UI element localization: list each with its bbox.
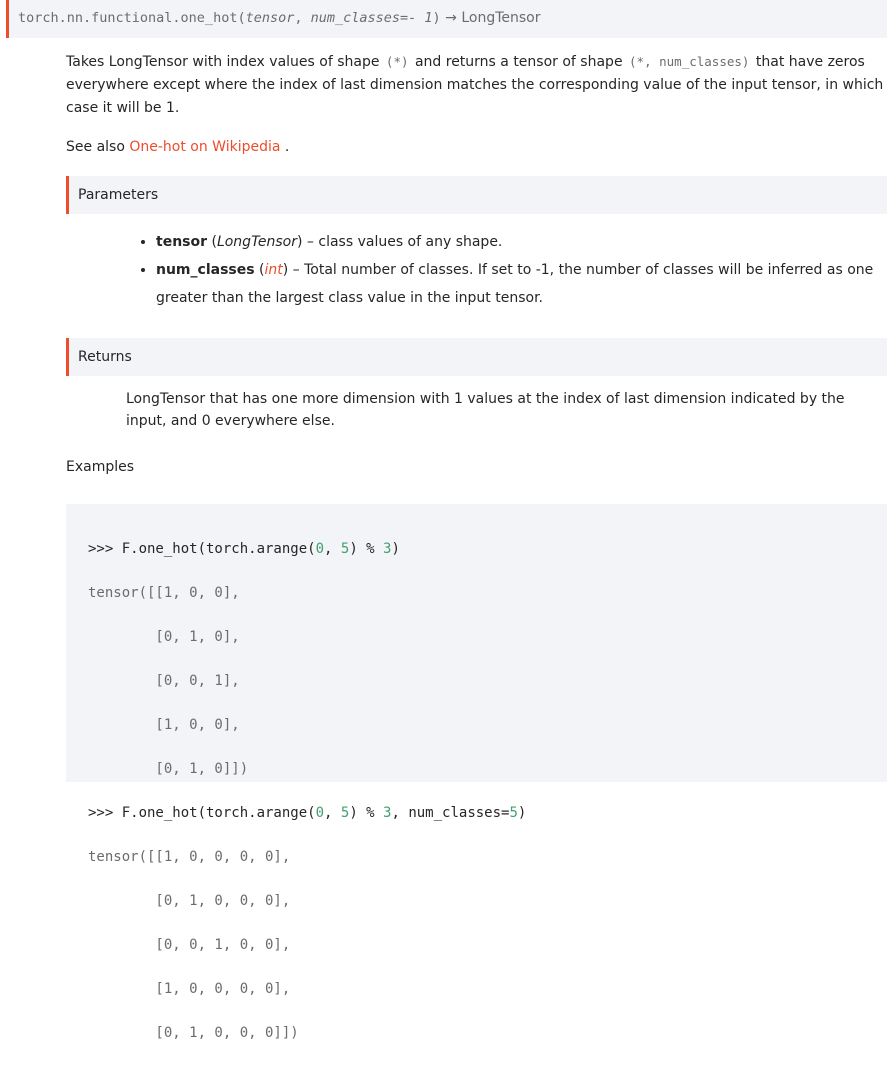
signature-param-num-classes: num_classes=- 1 [310,10,433,26]
shape-code-1: (*) [385,54,409,69]
code-line: [0, 1, 0]]) [88,761,249,777]
signature-arrow: → [440,10,462,26]
code-line: [0, 1, 0, 0, 0]]) [88,1025,299,1041]
param-item-tensor: tensor (LongTensor) – class values of an… [156,228,893,256]
code-line: tensor([[1, 0, 0], [88,585,240,601]
param-desc: – class values of any shape. [302,234,503,250]
param-type-open: ( [207,234,217,250]
parameters-heading: Parameters [66,176,887,214]
see-also-prefix: See also [66,139,130,155]
param-name: tensor [156,234,208,250]
description: Takes LongTensor with index values of sh… [66,50,891,120]
param-item-num-classes: num_classes (int) – Total number of clas… [156,256,893,312]
code-line: [1, 0, 0], [88,717,240,733]
param-type: LongTensor [216,234,297,250]
description-text-1: Takes LongTensor with index values of sh… [66,54,384,70]
returns-heading: Returns [66,338,887,376]
code-line: >>> F.one_hot(torch.arange(0, 5) % 3) [88,541,400,557]
signature-separator: , [294,10,311,26]
returns-text: LongTensor that has one more dimension w… [126,391,845,429]
param-type-open: ( [254,262,265,278]
wikipedia-link[interactable]: One-hot on Wikipedia [129,139,280,155]
examples-heading: Examples [66,459,135,475]
signature-close: ) [432,10,441,26]
param-type-link[interactable]: int [264,262,282,278]
code-line: [0, 0, 1, 0, 0], [88,937,291,953]
description-text-2: and returns a tensor of shape [410,54,628,70]
signature-param-tensor: tensor [245,10,295,26]
see-also-suffix: . [280,139,290,155]
code-line: [0, 1, 0, 0, 0], [88,893,291,909]
see-also: See also One-hot on Wikipedia . [66,136,289,158]
function-signature: torch.nn.functional.one_hot(tensor, num_… [6,0,887,38]
code-example: >>> F.one_hot(torch.arange(0, 5) % 3) te… [66,504,887,1041]
code-line: [0, 0, 1], [88,673,240,689]
code-line: [1, 0, 0, 0, 0], [88,981,291,997]
code-line: >>> F.one_hot(torch.arange(0, 5) % 3, nu… [88,805,527,821]
shape-code-2: (*, num_classes) [629,54,750,69]
signature-return-type: LongTensor [461,10,541,26]
code-line: tensor([[1, 0, 0, 0, 0], [88,849,291,865]
code-line: [0, 1, 0], [88,629,240,645]
param-name: num_classes [156,262,255,278]
parameters-list: tensor (LongTensor) – class values of an… [138,228,893,312]
signature-name: torch.nn.functional.one_hot( [18,10,246,26]
